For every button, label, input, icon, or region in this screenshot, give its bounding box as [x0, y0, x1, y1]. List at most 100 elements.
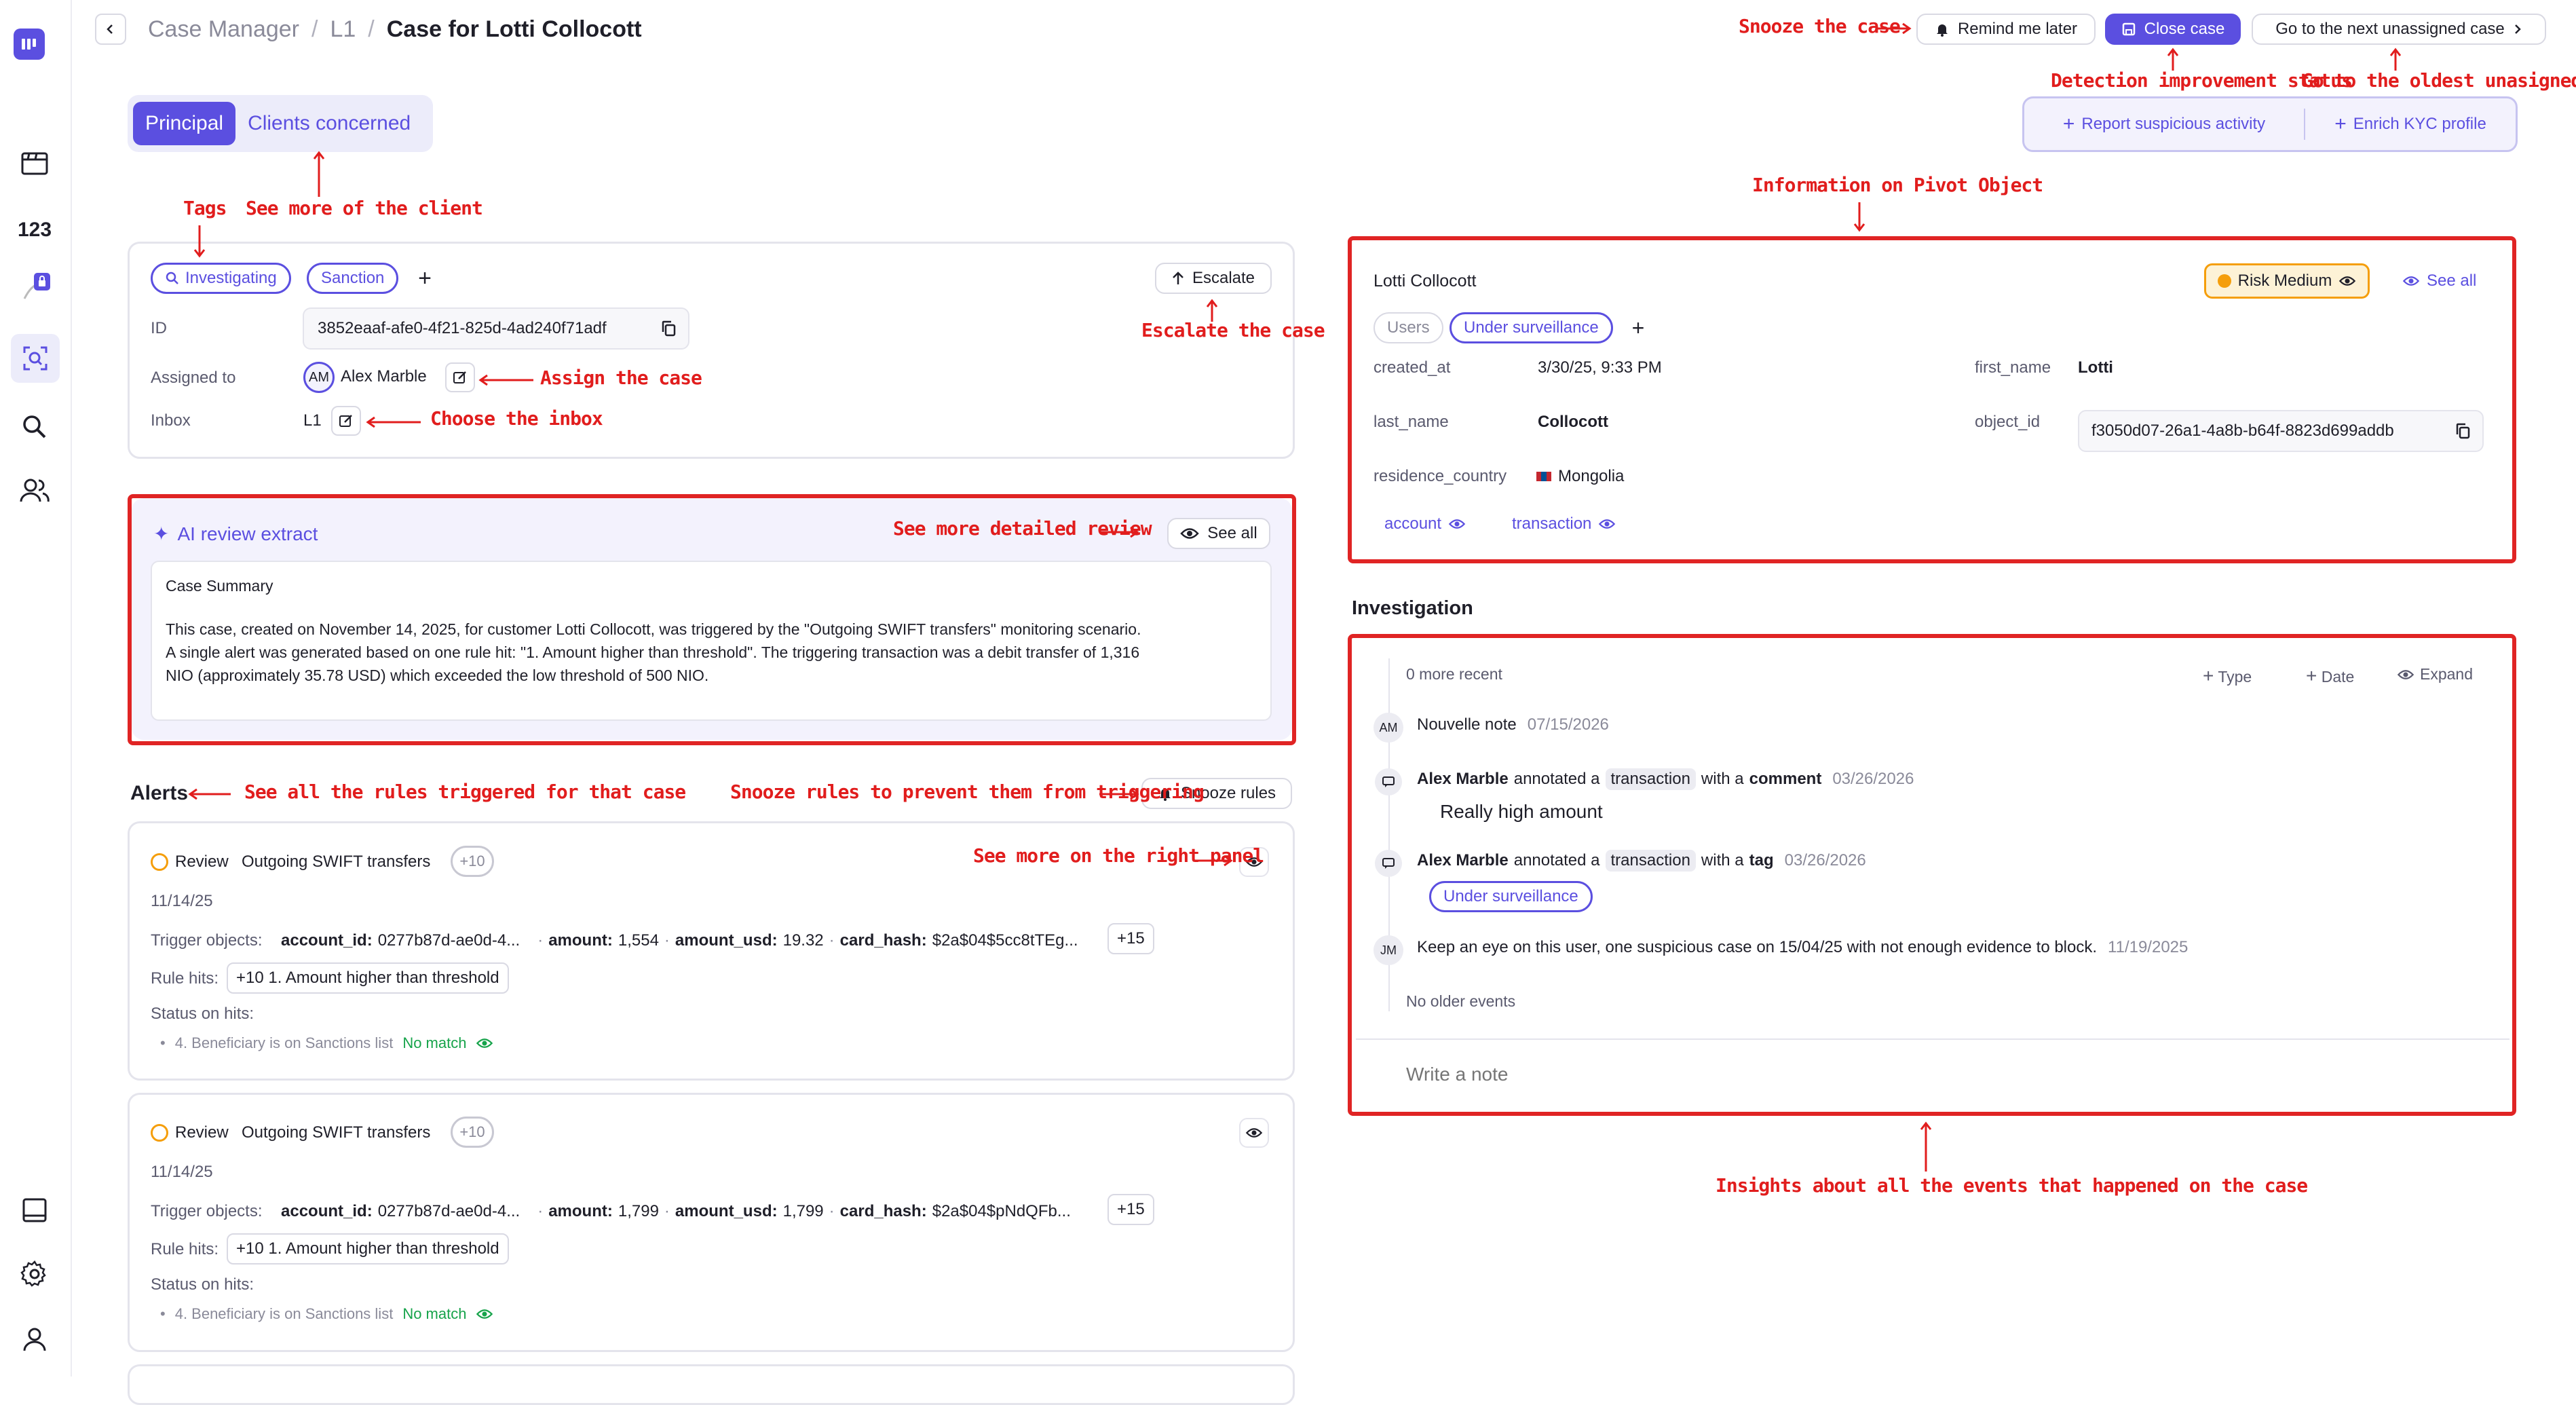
plus-icon: +	[2062, 113, 2075, 135]
breadcrumb-inbox[interactable]: L1	[330, 16, 356, 43]
tab-clients-concerned[interactable]: Clients concerned	[240, 102, 419, 145]
breadcrumb: Case Manager / L1 / Case for Lotti Collo…	[148, 14, 642, 45]
review-status-icon	[151, 853, 168, 871]
bullet: •	[160, 1305, 166, 1322]
assigned-to-label: Assigned to	[151, 369, 236, 387]
rule-hit-tag[interactable]: +10 1. Amount higher than threshold	[227, 1233, 509, 1264]
enrich-kyc-button[interactable]: + Enrich KYC profile	[2305, 113, 2516, 136]
copy-icon[interactable]	[661, 320, 676, 337]
sidebar: 123	[0, 0, 72, 1376]
alert-view-button[interactable]	[1239, 1118, 1269, 1148]
tabs: Principal Clients concerned	[128, 95, 433, 152]
annotation-tags: Tags	[183, 197, 227, 219]
alerts-title: Alerts	[130, 782, 189, 804]
close-case-button[interactable]: Close case	[2105, 14, 2241, 45]
escalate-label: Escalate	[1192, 269, 1255, 287]
arrow-down-icon	[193, 225, 206, 258]
trigger-key: card_hash:	[839, 1202, 927, 1220]
escalate-button[interactable]: Escalate	[1155, 263, 1272, 294]
more-triggers-badge[interactable]: +15	[1107, 923, 1154, 954]
dot-separator: ·	[664, 1202, 670, 1220]
highlight-pivot-object	[1348, 236, 2516, 563]
arrow-left-icon	[478, 374, 533, 386]
eye-icon[interactable]	[476, 1309, 493, 1319]
arrow-up-icon	[2167, 48, 2179, 71]
arrow-up-icon	[2389, 48, 2402, 71]
dot-separator: ·	[664, 931, 670, 950]
trigger-key: amount_usd:	[675, 1202, 778, 1220]
settings-gear-icon[interactable]	[18, 1257, 52, 1291]
alert-status: Review	[175, 1123, 229, 1142]
remind-me-later-button[interactable]: Remind me later	[1916, 14, 2096, 45]
arrow-right-icon	[1876, 22, 1912, 35]
search-icon[interactable]	[18, 410, 52, 444]
dot-separator: ·	[537, 931, 544, 950]
status-on-hits-label: Status on hits:	[151, 1275, 254, 1294]
alert-status: Review	[175, 853, 229, 871]
edit-assignee-button[interactable]	[445, 362, 475, 392]
eye-icon[interactable]	[476, 1038, 493, 1049]
breadcrumb-case-manager[interactable]: Case Manager	[148, 16, 299, 43]
locked-feature-icon[interactable]	[18, 271, 52, 305]
id-field: 3852eaaf-afe0-4f21-825d-4ad240f71adf	[303, 307, 689, 350]
trigger-value: 1,799	[782, 1202, 824, 1220]
trigger-value: $2a$04$pNdQFb...	[932, 1202, 1071, 1220]
more-triggers-badge[interactable]: +15	[1107, 1194, 1154, 1225]
film-icon[interactable]	[18, 147, 52, 181]
annotation-insights: Insights about all the events that happe…	[1716, 1174, 2308, 1197]
trigger-key: amount:	[548, 1202, 613, 1220]
inbox-value: L1	[303, 411, 322, 430]
profile-icon[interactable]	[18, 1322, 52, 1356]
trigger-objects: account_id: 0277b87d-ae0d-4... · amount:…	[281, 1202, 1071, 1221]
arrow-left-icon	[188, 788, 231, 800]
trigger-key: card_hash:	[839, 931, 927, 950]
alert-scenario: Outgoing SWIFT transfers	[242, 853, 431, 871]
back-button[interactable]	[95, 14, 126, 45]
arrow-up-icon	[313, 151, 325, 197]
bullet: •	[160, 1034, 166, 1051]
close-case-label: Close case	[2144, 20, 2225, 38]
arrow-up-icon	[1920, 1121, 1932, 1172]
dot-separator: ·	[537, 1202, 544, 1220]
tag-investigating[interactable]: Investigating	[151, 263, 291, 294]
alert-card-partial	[128, 1364, 1295, 1405]
assignee-name: Alex Marble	[341, 367, 427, 386]
hit-row: • 4. Beneficiary is on Sanctions list No…	[160, 1034, 493, 1052]
logo-icon[interactable]	[14, 29, 45, 60]
users-icon[interactable]	[18, 474, 52, 508]
hit-row: • 4. Beneficiary is on Sanctions list No…	[160, 1305, 493, 1323]
edit-icon	[339, 415, 352, 427]
eye-icon	[1245, 1128, 1263, 1138]
arrow-left-icon	[366, 416, 421, 428]
tab-principal[interactable]: Principal	[133, 102, 236, 145]
case-info-card	[128, 242, 1295, 459]
report-label: Report suspicious activity	[2081, 115, 2266, 133]
trigger-key: account_id:	[281, 931, 373, 950]
trigger-key: account_id:	[281, 1202, 373, 1220]
next-unassigned-button[interactable]: Go to the next unassigned case	[2252, 14, 2546, 45]
tag-sanction[interactable]: Sanction	[307, 263, 399, 294]
edit-inbox-button[interactable]	[331, 406, 361, 436]
numbers-icon[interactable]: 123	[18, 213, 52, 247]
breadcrumb-separator: /	[368, 16, 375, 42]
trigger-objects: account_id: 0277b87d-ae0d-4... · amount:…	[281, 931, 1078, 950]
annotation-oldest: Go to the oldest unasigned case	[2302, 69, 2576, 92]
rule-hits-label: Rule hits:	[151, 969, 219, 988]
inbox-label: Inbox	[151, 411, 191, 430]
hit-status: No match	[402, 1034, 467, 1051]
annotation-pivot-info: Information on Pivot Object	[1752, 174, 2043, 196]
annotation-escalate: Escalate the case	[1141, 319, 1325, 341]
search-icon	[166, 271, 178, 284]
hit-status: No match	[402, 1305, 467, 1322]
bell-icon	[1936, 24, 1948, 37]
breadcrumb-separator: /	[311, 16, 318, 42]
case-manager-nav[interactable]	[11, 334, 60, 383]
trigger-objects-label: Trigger objects:	[151, 931, 263, 950]
trigger-value: 1,554	[618, 931, 659, 950]
report-suspicious-button[interactable]: + Report suspicious activity	[2024, 113, 2304, 136]
enrich-label: Enrich KYC profile	[2353, 115, 2486, 133]
next-unassigned-label: Go to the next unassigned case	[2275, 20, 2505, 38]
rule-hit-tag[interactable]: +10 1. Amount higher than threshold	[227, 962, 509, 994]
panel-icon[interactable]	[18, 1193, 52, 1227]
add-tag-button[interactable]: +	[411, 265, 438, 292]
